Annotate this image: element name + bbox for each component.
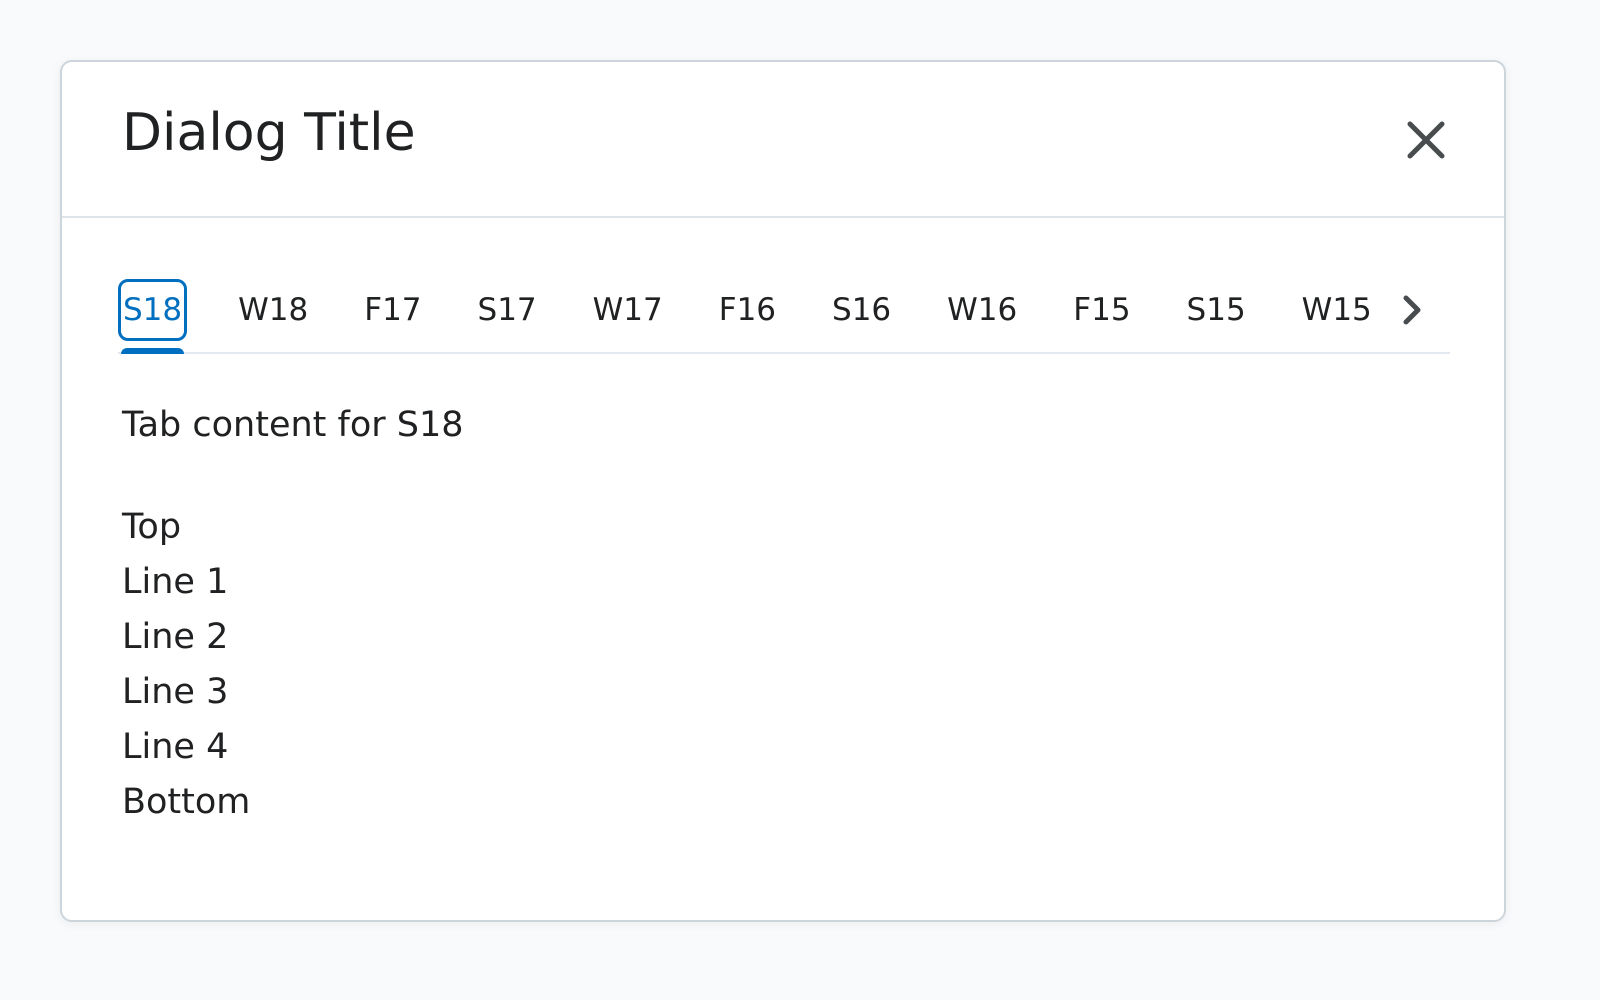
content-line: Line 1 xyxy=(122,562,229,602)
tab-label: W17 xyxy=(592,292,663,328)
tab-label: F15 xyxy=(1073,292,1131,328)
tab-bar: S18 W18 F17 S17 W17 F16 S16 W16 F15 S15 … xyxy=(118,270,1450,354)
content-line: Line 4 xyxy=(122,727,229,767)
tab-label: F17 xyxy=(364,292,422,328)
tab-w16[interactable]: W16 xyxy=(942,270,1022,350)
tab-label: S17 xyxy=(477,292,537,328)
tab-label: W16 xyxy=(947,292,1018,328)
tabs-scroll-right-button[interactable] xyxy=(1392,290,1432,330)
chevron-right-icon xyxy=(1403,295,1421,325)
tab-w17[interactable]: W17 xyxy=(588,270,668,350)
content-line: Line 3 xyxy=(122,672,229,712)
tab-list: S18 W18 F17 S17 W17 F16 S16 W16 F15 S15 … xyxy=(118,270,1450,354)
tab-f15[interactable]: F15 xyxy=(1068,270,1135,350)
tab-w15[interactable]: W15 xyxy=(1297,270,1377,350)
tab-w18[interactable]: W18 xyxy=(233,270,313,350)
tab-f17[interactable]: F17 xyxy=(359,270,426,350)
selected-tab-indicator xyxy=(121,348,185,354)
close-icon xyxy=(1407,121,1445,159)
dialog-header: Dialog Title xyxy=(62,62,1504,218)
tab-label: S18 xyxy=(118,279,188,341)
tab-s16[interactable]: S16 xyxy=(827,270,896,350)
dialog-title: Dialog Title xyxy=(122,103,416,163)
content-line: Top xyxy=(122,507,182,547)
content-line: Bottom xyxy=(122,782,251,822)
tab-label: S16 xyxy=(832,292,892,328)
tab-content-title: Tab content for S18 xyxy=(122,405,464,445)
tab-s18[interactable]: S18 xyxy=(118,270,188,354)
tab-label: F16 xyxy=(718,292,777,328)
tab-label: W18 xyxy=(238,292,309,328)
tab-f16[interactable]: F16 xyxy=(714,270,781,350)
tab-panel: Tab content for S18 Top Line 1 Line 2 Li… xyxy=(122,398,464,830)
tab-label: W15 xyxy=(1301,292,1372,328)
tab-label: S15 xyxy=(1186,292,1246,328)
close-button[interactable] xyxy=(1394,108,1458,172)
tab-s15[interactable]: S15 xyxy=(1182,270,1251,350)
content-line: Line 2 xyxy=(122,617,229,657)
dialog: Dialog Title S18 W18 F17 S17 W17 F16 S16… xyxy=(60,60,1506,922)
tab-s17[interactable]: S17 xyxy=(473,270,542,350)
